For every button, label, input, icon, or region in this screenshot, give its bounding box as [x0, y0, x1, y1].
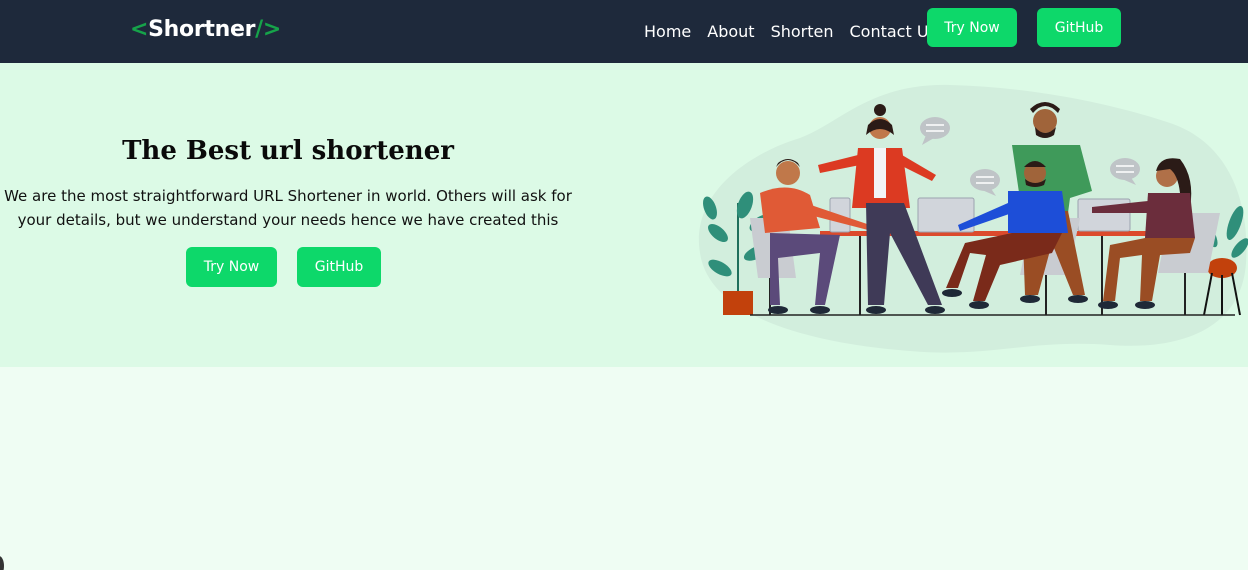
brand-logo[interactable]: <Shortner/> [130, 17, 281, 42]
hero-try-now-button[interactable]: Try Now [186, 247, 277, 287]
nav-link-contact[interactable]: Contact Us [849, 22, 936, 42]
brand-open-bracket: < [130, 17, 149, 42]
nav-github-button[interactable]: GitHub [1037, 8, 1121, 47]
nav-try-now-button[interactable]: Try Now [927, 8, 1017, 47]
hero-title: The Best url shortener [122, 136, 454, 166]
brand-name: Shortner [148, 17, 256, 42]
nav-link-home[interactable]: Home [644, 22, 691, 42]
team-meeting-illustration [698, 84, 1248, 353]
nav-link-about[interactable]: About [707, 22, 754, 42]
scroll-corner-icon [0, 556, 4, 570]
brand-close-bracket: /> [255, 17, 282, 42]
nav-links: Home About Shorten Contact Us [644, 22, 937, 42]
navbar: <Shortner/> Home About Shorten Contact U… [0, 0, 1248, 63]
hero-section: The Best url shortener We are the most s… [0, 63, 1248, 367]
hero-description: We are the most straightforward URL Shor… [4, 187, 572, 229]
nav-link-shorten[interactable]: Shorten [771, 22, 834, 42]
hero-github-button[interactable]: GitHub [297, 247, 381, 287]
